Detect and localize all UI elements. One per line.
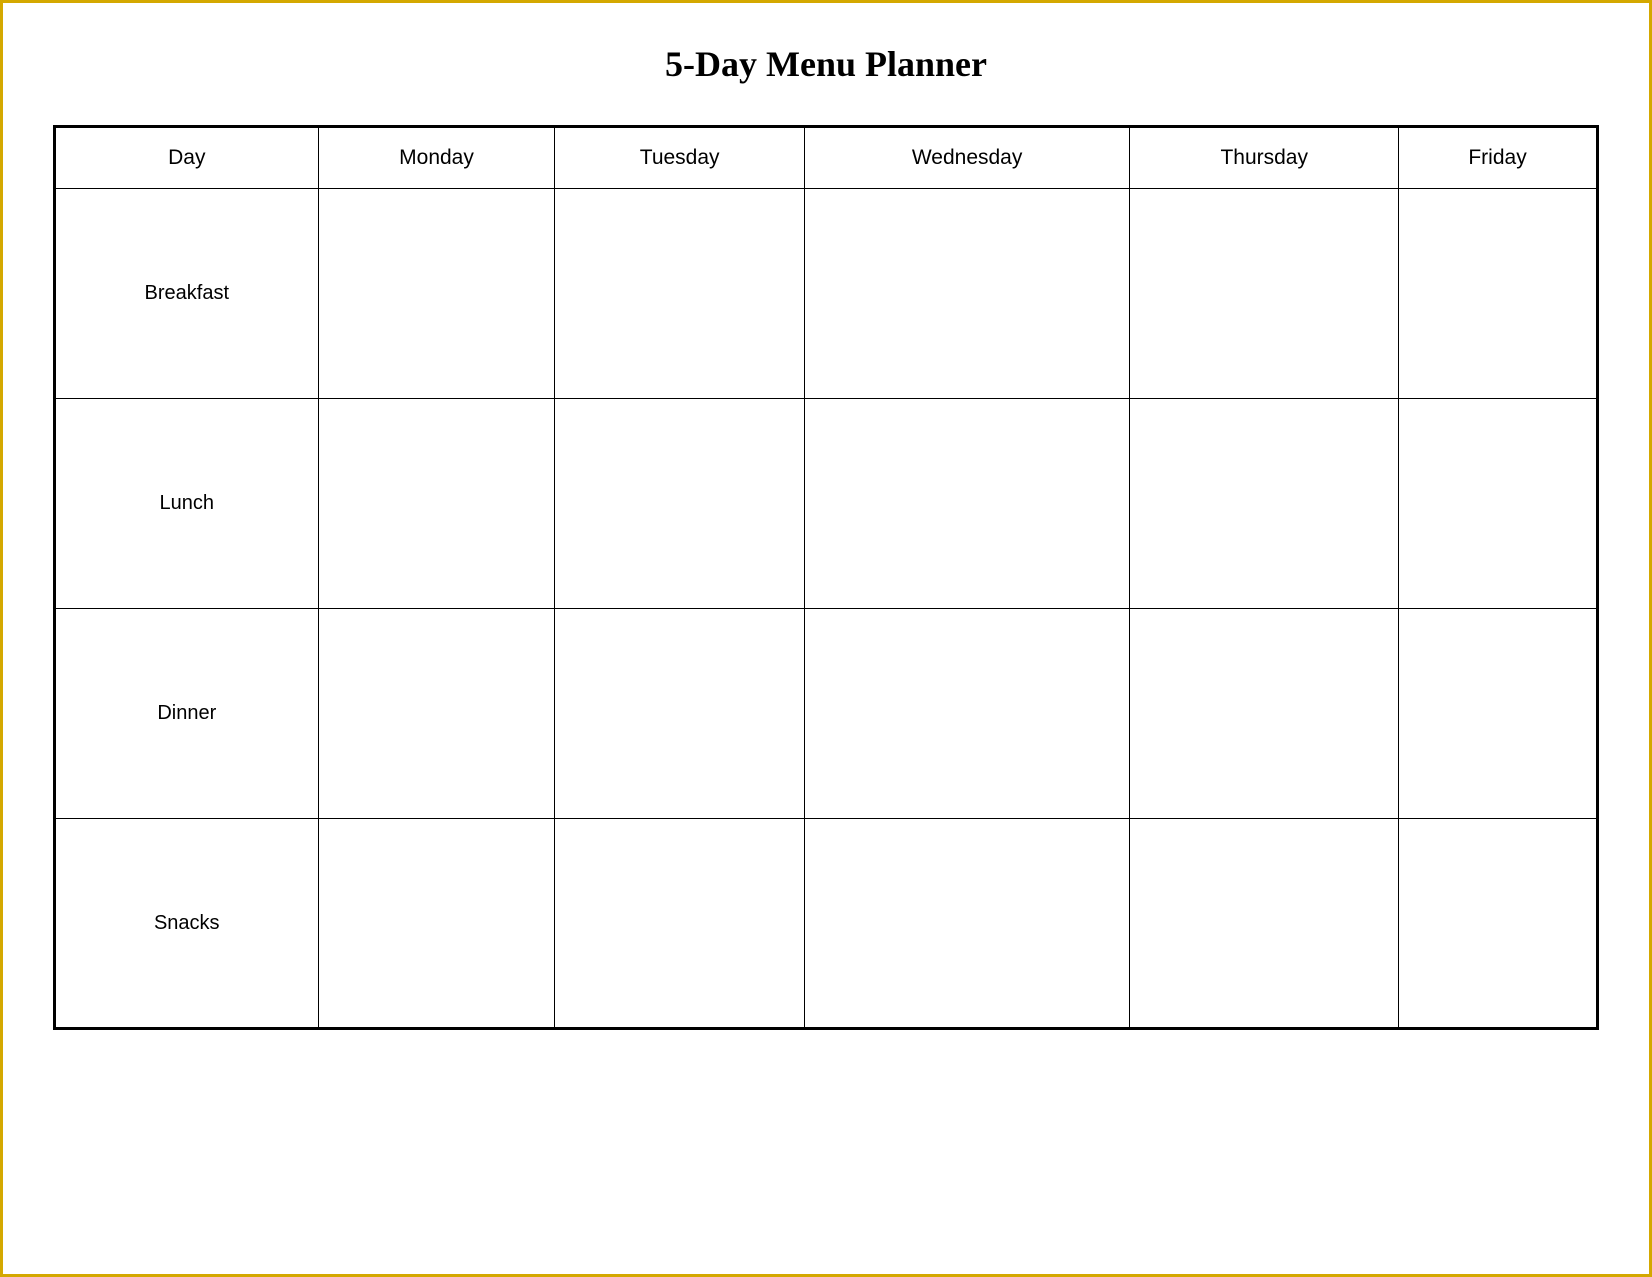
dinner-row: Dinner <box>55 609 1598 819</box>
lunch-monday[interactable] <box>318 399 555 609</box>
breakfast-tuesday[interactable] <box>555 189 804 399</box>
dinner-monday[interactable] <box>318 609 555 819</box>
breakfast-label: Breakfast <box>55 189 319 399</box>
dinner-tuesday[interactable] <box>555 609 804 819</box>
snacks-wednesday[interactable] <box>804 819 1130 1029</box>
col-header-tuesday: Tuesday <box>555 127 804 189</box>
lunch-tuesday[interactable] <box>555 399 804 609</box>
dinner-label: Dinner <box>55 609 319 819</box>
snacks-label: Snacks <box>55 819 319 1029</box>
snacks-friday[interactable] <box>1399 819 1598 1029</box>
col-header-thursday: Thursday <box>1130 127 1399 189</box>
snacks-monday[interactable] <box>318 819 555 1029</box>
col-header-day: Day <box>55 127 319 189</box>
breakfast-friday[interactable] <box>1399 189 1598 399</box>
col-header-friday: Friday <box>1399 127 1598 189</box>
menu-planner-table: Day Monday Tuesday Wednesday Thursday Fr… <box>53 125 1599 1030</box>
breakfast-row: Breakfast <box>55 189 1598 399</box>
breakfast-wednesday[interactable] <box>804 189 1130 399</box>
dinner-friday[interactable] <box>1399 609 1598 819</box>
breakfast-monday[interactable] <box>318 189 555 399</box>
lunch-label: Lunch <box>55 399 319 609</box>
col-header-monday: Monday <box>318 127 555 189</box>
page-title: 5-Day Menu Planner <box>665 43 987 85</box>
snacks-row: Snacks <box>55 819 1598 1029</box>
lunch-wednesday[interactable] <box>804 399 1130 609</box>
dinner-wednesday[interactable] <box>804 609 1130 819</box>
lunch-row: Lunch <box>55 399 1598 609</box>
lunch-thursday[interactable] <box>1130 399 1399 609</box>
col-header-wednesday: Wednesday <box>804 127 1130 189</box>
dinner-thursday[interactable] <box>1130 609 1399 819</box>
snacks-tuesday[interactable] <box>555 819 804 1029</box>
breakfast-thursday[interactable] <box>1130 189 1399 399</box>
lunch-friday[interactable] <box>1399 399 1598 609</box>
snacks-thursday[interactable] <box>1130 819 1399 1029</box>
header-row: Day Monday Tuesday Wednesday Thursday Fr… <box>55 127 1598 189</box>
